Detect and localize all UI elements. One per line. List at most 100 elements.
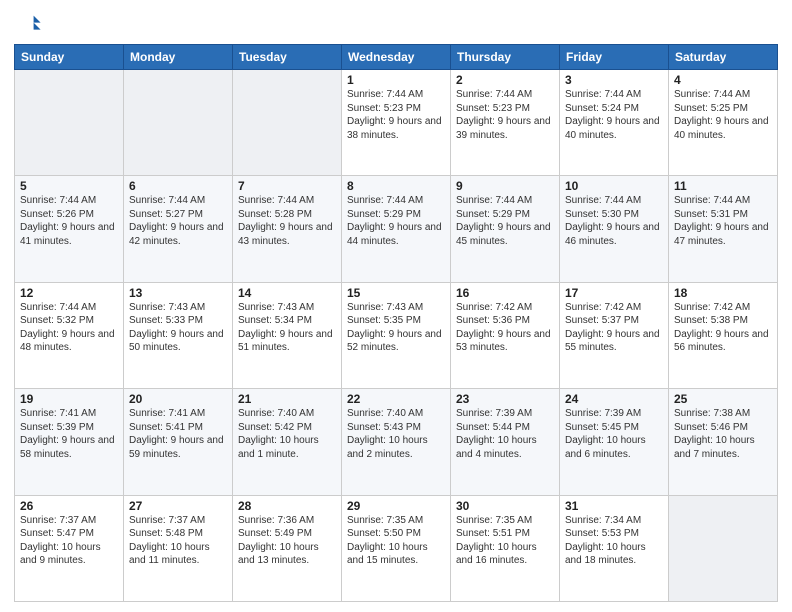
empty-cell — [669, 495, 778, 601]
day-header-tuesday: Tuesday — [233, 45, 342, 70]
empty-cell — [124, 70, 233, 176]
day-info: Sunrise: 7:35 AM Sunset: 5:50 PM Dayligh… — [347, 515, 428, 567]
day-info: Sunrise: 7:40 AM Sunset: 5:42 PM Dayligh… — [238, 408, 319, 460]
day-info: Sunrise: 7:44 AM Sunset: 5:23 PM Dayligh… — [456, 89, 551, 141]
day-number: 20 — [129, 392, 227, 406]
page: SundayMondayTuesdayWednesdayThursdayFrid… — [0, 0, 792, 612]
day-header-monday: Monday — [124, 45, 233, 70]
day-number: 1 — [347, 73, 445, 87]
calendar-table: SundayMondayTuesdayWednesdayThursdayFrid… — [14, 44, 778, 602]
day-number: 24 — [565, 392, 663, 406]
day-info: Sunrise: 7:44 AM Sunset: 5:31 PM Dayligh… — [674, 195, 769, 247]
day-info: Sunrise: 7:37 AM Sunset: 5:47 PM Dayligh… — [20, 515, 101, 567]
day-number: 21 — [238, 392, 336, 406]
logo — [14, 10, 46, 38]
day-number: 4 — [674, 73, 772, 87]
day-cell-22: 22 Sunrise: 7:40 AM Sunset: 5:43 PM Dayli… — [342, 389, 451, 495]
day-cell-28: 28Sunrise: 7:36 AM Sunset: 5:49 PM Dayli… — [233, 495, 342, 601]
day-number: 30 — [456, 499, 554, 513]
day-cell-16: 16Sunrise: 7:42 AM Sunset: 5:36 PM Dayli… — [451, 282, 560, 388]
day-header-friday: Friday — [560, 45, 669, 70]
day-cell-29: 29 Sunrise: 7:35 AM Sunset: 5:50 PM Dayli… — [342, 495, 451, 601]
day-cell-25: 25Sunrise: 7:38 AM Sunset: 5:46 PM Dayli… — [669, 389, 778, 495]
calendar-header-row: SundayMondayTuesdayWednesdayThursdayFrid… — [15, 45, 778, 70]
day-cell-8: 8 Sunrise: 7:44 AM Sunset: 5:29 PM Daylig… — [342, 176, 451, 282]
day-header-saturday: Saturday — [669, 45, 778, 70]
day-number: 9 — [456, 179, 554, 193]
day-number: 15 — [347, 286, 445, 300]
day-info: Sunrise: 7:44 AM Sunset: 5:32 PM Dayligh… — [20, 302, 115, 354]
day-number: 29 — [347, 499, 445, 513]
day-number: 5 — [20, 179, 118, 193]
day-cell-4: 4 Sunrise: 7:44 AM Sunset: 5:25 PM Daylig… — [669, 70, 778, 176]
day-number: 22 — [347, 392, 445, 406]
day-info: Sunrise: 7:44 AM Sunset: 5:26 PM Dayligh… — [20, 195, 115, 247]
day-cell-31: 31 Sunrise: 7:34 AM Sunset: 5:53 PM Dayli… — [560, 495, 669, 601]
day-info: Sunrise: 7:34 AM Sunset: 5:53 PM Dayligh… — [565, 515, 646, 567]
day-number: 23 — [456, 392, 554, 406]
day-header-wednesday: Wednesday — [342, 45, 451, 70]
day-info: Sunrise: 7:43 AM Sunset: 5:34 PM Dayligh… — [238, 302, 333, 354]
day-header-thursday: Thursday — [451, 45, 560, 70]
day-number: 13 — [129, 286, 227, 300]
day-number: 18 — [674, 286, 772, 300]
day-number: 8 — [347, 179, 445, 193]
day-info: Sunrise: 7:39 AM Sunset: 5:45 PM Dayligh… — [565, 408, 646, 460]
day-info: Sunrise: 7:40 AM Sunset: 5:43 PM Dayligh… — [347, 408, 428, 460]
logo-icon — [14, 10, 42, 38]
day-number: 3 — [565, 73, 663, 87]
day-cell-5: 5 Sunrise: 7:44 AM Sunset: 5:26 PM Daylig… — [15, 176, 124, 282]
day-info: Sunrise: 7:44 AM Sunset: 5:28 PM Dayligh… — [238, 195, 333, 247]
day-cell-15: 15 Sunrise: 7:43 AM Sunset: 5:35 PM Dayli… — [342, 282, 451, 388]
header — [14, 10, 778, 38]
day-info: Sunrise: 7:42 AM Sunset: 5:36 PM Dayligh… — [456, 302, 551, 354]
day-number: 19 — [20, 392, 118, 406]
day-info: Sunrise: 7:41 AM Sunset: 5:41 PM Dayligh… — [129, 408, 224, 460]
day-number: 25 — [674, 392, 772, 406]
day-cell-7: 7 Sunrise: 7:44 AM Sunset: 5:28 PM Daylig… — [233, 176, 342, 282]
day-cell-14: 14 Sunrise: 7:43 AM Sunset: 5:34 PM Dayli… — [233, 282, 342, 388]
day-info: Sunrise: 7:44 AM Sunset: 5:29 PM Dayligh… — [456, 195, 551, 247]
day-info: Sunrise: 7:44 AM Sunset: 5:25 PM Dayligh… — [674, 89, 769, 141]
day-number: 27 — [129, 499, 227, 513]
day-info: Sunrise: 7:44 AM Sunset: 5:23 PM Dayligh… — [347, 89, 442, 141]
week-row-1: 1 Sunrise: 7:44 AM Sunset: 5:23 PM Daylig… — [15, 70, 778, 176]
week-row-3: 12Sunrise: 7:44 AM Sunset: 5:32 PM Dayli… — [15, 282, 778, 388]
day-cell-6: 6Sunrise: 7:44 AM Sunset: 5:27 PM Daylig… — [124, 176, 233, 282]
day-cell-10: 10 Sunrise: 7:44 AM Sunset: 5:30 PM Dayli… — [560, 176, 669, 282]
week-row-2: 5 Sunrise: 7:44 AM Sunset: 5:26 PM Daylig… — [15, 176, 778, 282]
day-cell-13: 13 Sunrise: 7:43 AM Sunset: 5:33 PM Dayli… — [124, 282, 233, 388]
week-row-5: 26Sunrise: 7:37 AM Sunset: 5:47 PM Dayli… — [15, 495, 778, 601]
day-info: Sunrise: 7:43 AM Sunset: 5:35 PM Dayligh… — [347, 302, 442, 354]
day-cell-30: 30Sunrise: 7:35 AM Sunset: 5:51 PM Dayli… — [451, 495, 560, 601]
day-info: Sunrise: 7:44 AM Sunset: 5:29 PM Dayligh… — [347, 195, 442, 247]
day-cell-19: 19 Sunrise: 7:41 AM Sunset: 5:39 PM Dayli… — [15, 389, 124, 495]
empty-cell — [15, 70, 124, 176]
day-cell-18: 18Sunrise: 7:42 AM Sunset: 5:38 PM Dayli… — [669, 282, 778, 388]
day-number: 11 — [674, 179, 772, 193]
day-info: Sunrise: 7:41 AM Sunset: 5:39 PM Dayligh… — [20, 408, 115, 460]
day-cell-23: 23Sunrise: 7:39 AM Sunset: 5:44 PM Dayli… — [451, 389, 560, 495]
day-cell-12: 12Sunrise: 7:44 AM Sunset: 5:32 PM Dayli… — [15, 282, 124, 388]
day-info: Sunrise: 7:43 AM Sunset: 5:33 PM Dayligh… — [129, 302, 224, 354]
day-info: Sunrise: 7:42 AM Sunset: 5:37 PM Dayligh… — [565, 302, 660, 354]
day-cell-20: 20 Sunrise: 7:41 AM Sunset: 5:41 PM Dayli… — [124, 389, 233, 495]
day-number: 2 — [456, 73, 554, 87]
day-cell-3: 3 Sunrise: 7:44 AM Sunset: 5:24 PM Daylig… — [560, 70, 669, 176]
day-number: 10 — [565, 179, 663, 193]
day-cell-17: 17 Sunrise: 7:42 AM Sunset: 5:37 PM Dayli… — [560, 282, 669, 388]
day-number: 17 — [565, 286, 663, 300]
day-number: 7 — [238, 179, 336, 193]
day-cell-24: 24 Sunrise: 7:39 AM Sunset: 5:45 PM Dayli… — [560, 389, 669, 495]
day-info: Sunrise: 7:37 AM Sunset: 5:48 PM Dayligh… — [129, 515, 210, 567]
day-number: 14 — [238, 286, 336, 300]
day-cell-9: 9 Sunrise: 7:44 AM Sunset: 5:29 PM Daylig… — [451, 176, 560, 282]
day-cell-11: 11 Sunrise: 7:44 AM Sunset: 5:31 PM Dayli… — [669, 176, 778, 282]
day-info: Sunrise: 7:44 AM Sunset: 5:24 PM Dayligh… — [565, 89, 660, 141]
day-info: Sunrise: 7:44 AM Sunset: 5:30 PM Dayligh… — [565, 195, 660, 247]
day-info: Sunrise: 7:44 AM Sunset: 5:27 PM Dayligh… — [129, 195, 224, 247]
week-row-4: 19 Sunrise: 7:41 AM Sunset: 5:39 PM Dayli… — [15, 389, 778, 495]
day-header-sunday: Sunday — [15, 45, 124, 70]
day-number: 31 — [565, 499, 663, 513]
empty-cell — [233, 70, 342, 176]
